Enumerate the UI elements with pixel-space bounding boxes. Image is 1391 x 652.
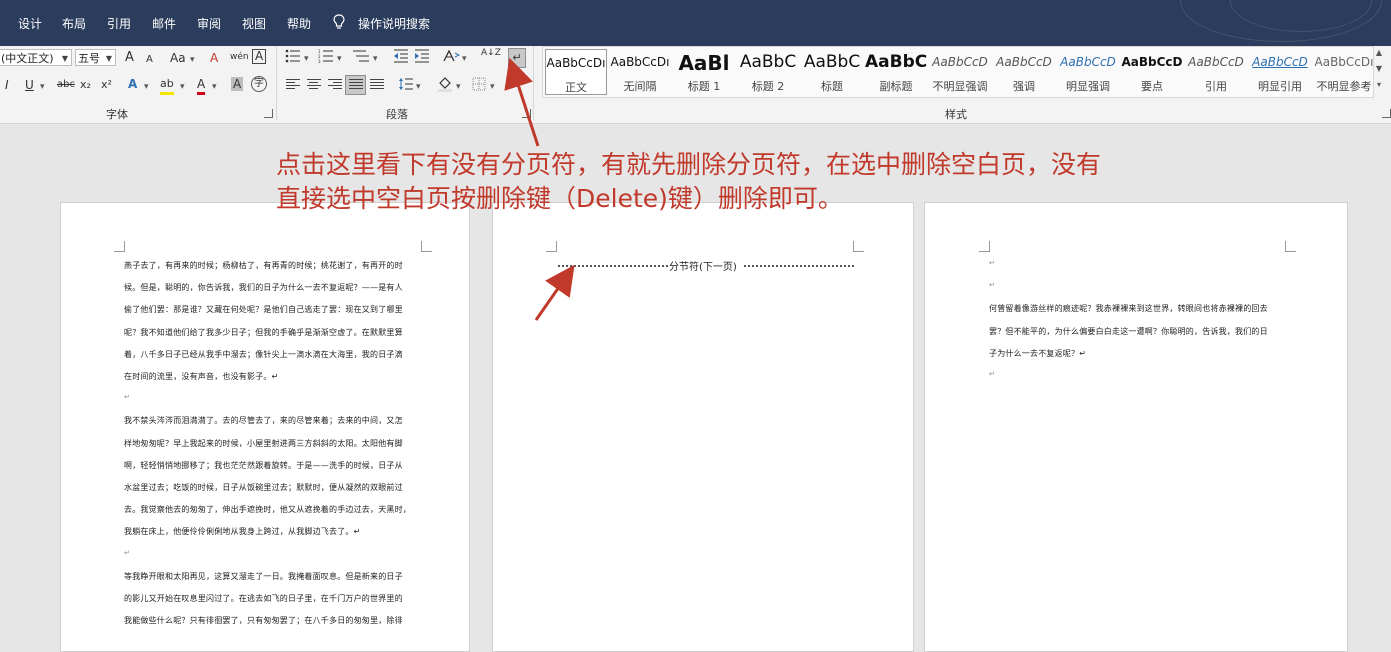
- arrow-to-show-marks: [504, 57, 540, 147]
- arrow-to-section-break: [534, 264, 575, 321]
- annotation-arrows: [504, 57, 575, 321]
